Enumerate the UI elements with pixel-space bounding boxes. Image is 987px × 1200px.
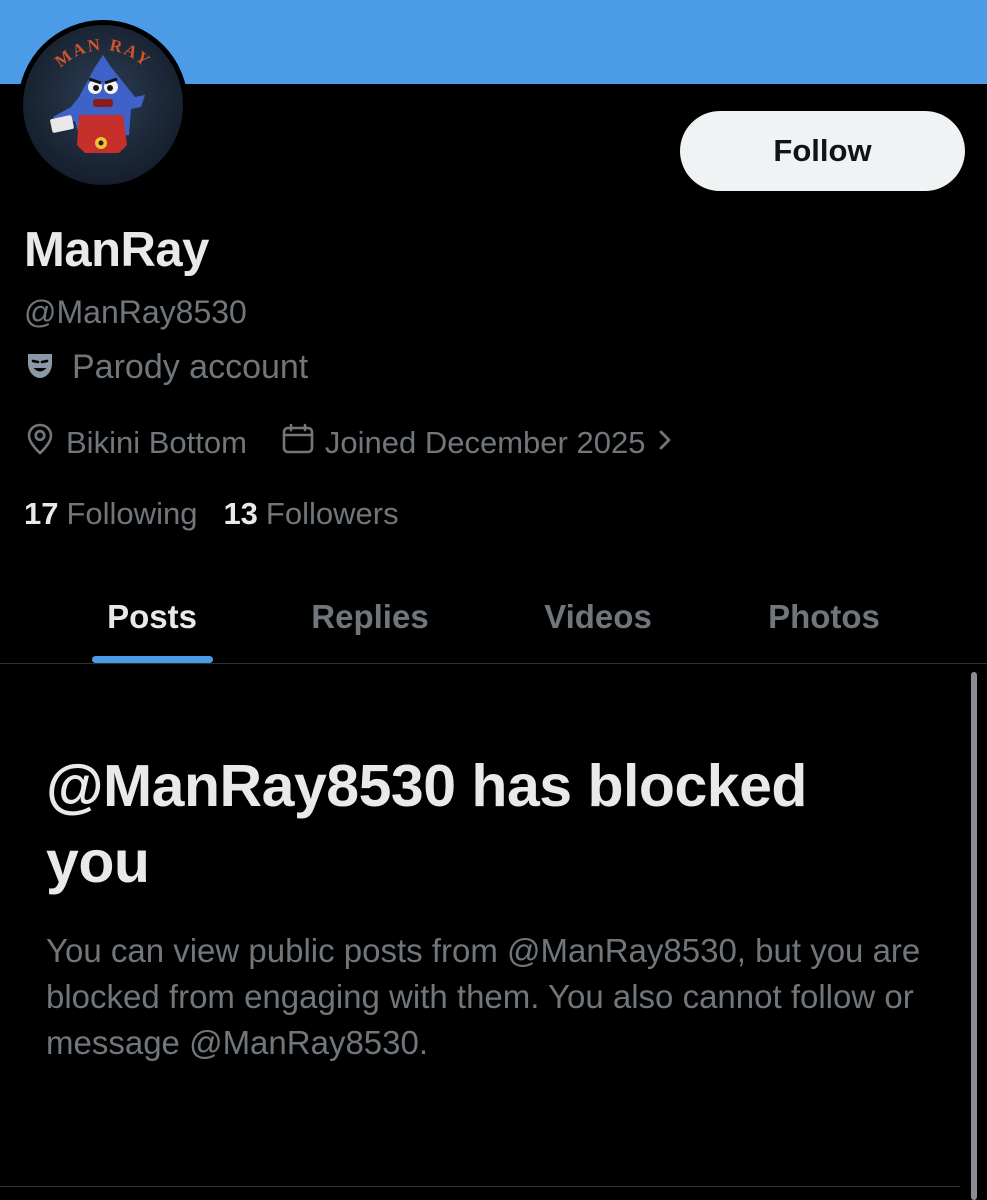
tab-videos[interactable]: Videos bbox=[508, 570, 688, 664]
handle: @ManRay8530 bbox=[24, 294, 247, 330]
theater-masks-icon bbox=[24, 349, 56, 386]
tab-posts[interactable]: Posts bbox=[62, 570, 242, 664]
scrollbar[interactable] bbox=[971, 672, 977, 1200]
calendar-icon bbox=[281, 423, 315, 463]
joined-text: Joined December 2025 bbox=[324, 425, 646, 460]
followers-stat[interactable]: 13 Followers bbox=[223, 496, 398, 532]
followers-label: Followers bbox=[265, 496, 399, 531]
display-name: ManRay bbox=[24, 223, 209, 277]
followers-count: 13 bbox=[223, 496, 258, 531]
active-tab-indicator bbox=[92, 656, 213, 663]
follow-stats: 17 Following 13 Followers bbox=[24, 494, 399, 534]
tabs-divider bbox=[0, 663, 987, 664]
parody-label: Parody account bbox=[24, 346, 308, 388]
bottom-divider bbox=[0, 1186, 960, 1187]
parody-label-text: Parody account bbox=[72, 347, 309, 386]
following-label: Following bbox=[66, 496, 198, 531]
profile-meta: Bikini Bottom Joined December 2025 bbox=[24, 422, 675, 464]
profile-tabs: Posts Replies Videos Photos bbox=[0, 570, 987, 664]
location: Bikini Bottom bbox=[24, 422, 247, 464]
profile-page: MAN RAY Follow ManRay @ManRay8530 Parody… bbox=[0, 0, 987, 1200]
following-count: 17 bbox=[24, 496, 59, 531]
blocked-title: @ManRay8530 has blocked you bbox=[46, 753, 807, 895]
avatar-image: MAN RAY bbox=[23, 25, 183, 185]
chevron-right-icon bbox=[655, 425, 675, 461]
blocked-message: You can view public posts from @ManRay85… bbox=[46, 932, 921, 1061]
location-pin-icon bbox=[24, 422, 56, 464]
follow-button[interactable]: Follow bbox=[680, 111, 965, 191]
avatar[interactable]: MAN RAY bbox=[18, 20, 188, 190]
following-stat[interactable]: 17 Following bbox=[24, 496, 197, 532]
tab-replies[interactable]: Replies bbox=[280, 570, 460, 664]
tab-photos[interactable]: Photos bbox=[734, 570, 914, 664]
joined-date[interactable]: Joined December 2025 bbox=[281, 423, 676, 463]
location-text: Bikini Bottom bbox=[66, 425, 247, 460]
